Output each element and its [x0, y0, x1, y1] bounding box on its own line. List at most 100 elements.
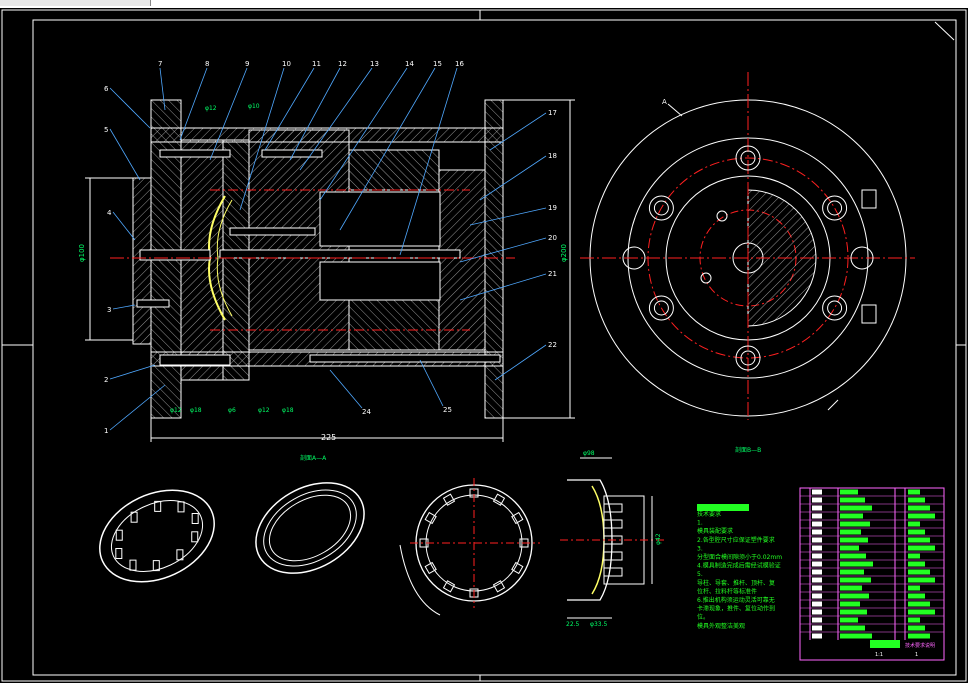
dim-left-height: φ100	[78, 244, 86, 262]
tb-row-material	[908, 489, 920, 495]
iso-tooth	[129, 559, 137, 571]
part-number-9: 9	[245, 60, 249, 68]
tb-sheet: 1	[915, 652, 918, 658]
tb-row-material	[908, 633, 930, 639]
tb-row-material	[908, 593, 925, 599]
note-line-10: 6.推出机构须运动灵活可靠无	[697, 596, 775, 604]
note-line-5: 分型面合模间隙须小于0.02mm	[697, 553, 782, 561]
leader-4	[112, 211, 136, 241]
note-line-6: 4.模具制造完成后需经试模验证	[697, 562, 781, 570]
note-line-4: 3.	[697, 545, 703, 552]
section-marker-bottom	[827, 399, 839, 411]
ejector-plate	[438, 169, 486, 351]
side-dim-bottom-label-2: φ33.5	[590, 621, 608, 628]
guide-pin-top	[159, 149, 231, 158]
tb-row-name	[840, 585, 862, 591]
part-number-21: 21	[548, 270, 557, 278]
section-b-caption: 剖面B—B	[735, 446, 761, 454]
top-dim-1: φ10	[248, 103, 260, 110]
tb-row-name	[840, 497, 865, 503]
leader-25	[419, 359, 444, 407]
part-number-6: 6	[104, 85, 109, 93]
tb-row-name	[840, 601, 860, 607]
part-number-13: 13	[370, 60, 379, 68]
tb-row-code	[812, 497, 822, 503]
corner-mark	[934, 21, 955, 41]
note-line-13: 模具外观整洁美观	[697, 622, 745, 630]
tb-row-code	[812, 585, 822, 591]
tb-row-code	[812, 561, 822, 567]
bolt-hole-inner	[827, 300, 843, 316]
dim-overall-width: 225	[321, 433, 336, 442]
top-plate-band	[150, 127, 504, 143]
tb-row-material	[908, 585, 920, 591]
iso-tooth	[115, 548, 123, 560]
tb-row-code	[812, 609, 822, 615]
notes-heading-bar	[697, 504, 749, 511]
leader-2	[109, 364, 156, 380]
part-number-5: 5	[104, 126, 108, 134]
cad-drawing-canvas[interactable]: 225 φ100 φ200 剖面A—A 7 8 9 10 11 12 13 14 15 16171…	[0, 0, 968, 683]
parts-list-rows	[800, 487, 944, 639]
fixed-clamp-plate	[132, 177, 152, 345]
tb-name-cell	[870, 640, 900, 648]
tb-row-code	[812, 529, 822, 535]
leader-6	[109, 87, 151, 129]
note-line-1: 1.	[697, 520, 703, 527]
tb-row-name	[840, 537, 868, 543]
return-pin	[309, 354, 501, 363]
tb-row-material	[908, 617, 920, 623]
lug-bottom	[861, 304, 877, 324]
tb-row-code	[812, 545, 822, 551]
side-dim-bottom-label-1: 22.5	[566, 621, 580, 628]
tb-row-code	[812, 505, 822, 511]
tb-row-code	[812, 513, 822, 519]
side-tooth	[603, 551, 623, 561]
technical-notes: 技术要求 1.模具装配要求2.各型腔尺寸应保证塑件要求3.分型面合模间隙须小于0.…	[697, 504, 782, 630]
iso1-teeth	[115, 500, 199, 572]
note-line-7: 5.	[697, 571, 703, 578]
pin-hole	[716, 210, 728, 222]
iso2-outer-rim	[255, 482, 365, 574]
lug-top	[861, 189, 877, 209]
iso-tooth	[115, 529, 123, 541]
sprue-puller	[229, 227, 316, 236]
part-number-22: 22	[548, 341, 557, 349]
section-a-caption: 剖面A—A	[300, 454, 327, 462]
tb-row-code	[812, 577, 822, 583]
section-marker-label: A	[662, 98, 667, 106]
side-tooth	[603, 567, 623, 577]
tb-row-name	[840, 561, 873, 567]
part-number-3: 3	[107, 306, 111, 314]
tb-row-name	[840, 529, 861, 535]
section-b-view: A 剖面B—B	[580, 72, 915, 454]
note-line-3: 2.各型腔尺寸应保证塑件要求	[697, 536, 775, 544]
part-number-24: 24	[362, 408, 371, 416]
leader-5	[109, 128, 141, 181]
leader-3	[112, 304, 136, 310]
bottom-dim-2: φ6	[228, 407, 236, 414]
part-number-2: 2	[104, 376, 108, 384]
part-top-view	[399, 478, 540, 616]
tb-row-name	[840, 521, 870, 527]
tb-row-code	[812, 569, 822, 575]
part-number-15: 15	[433, 60, 442, 68]
tb-row-code	[812, 553, 822, 559]
bottom-dim-0: φ12	[170, 407, 182, 414]
note-line-8: 导柱、导套、推杆、顶杆、复	[697, 579, 775, 587]
part-number-17: 17	[548, 109, 557, 117]
iso-tooth	[177, 501, 185, 513]
pin-hole	[700, 272, 712, 284]
tb-row-material	[908, 577, 935, 583]
core-plate	[222, 139, 250, 381]
tb-row-name	[840, 577, 871, 583]
tb-row-name	[840, 569, 864, 575]
side-outer-profile	[567, 479, 613, 601]
part-number-25: 25	[443, 406, 452, 414]
title-block: 技术要求说明 1:1 1	[799, 487, 945, 661]
part-number-11: 11	[312, 60, 321, 68]
locating-screw	[136, 299, 170, 308]
part-number-10: 10	[282, 60, 291, 68]
part-iso-view-1	[99, 489, 215, 583]
section-marker-top	[667, 103, 683, 117]
